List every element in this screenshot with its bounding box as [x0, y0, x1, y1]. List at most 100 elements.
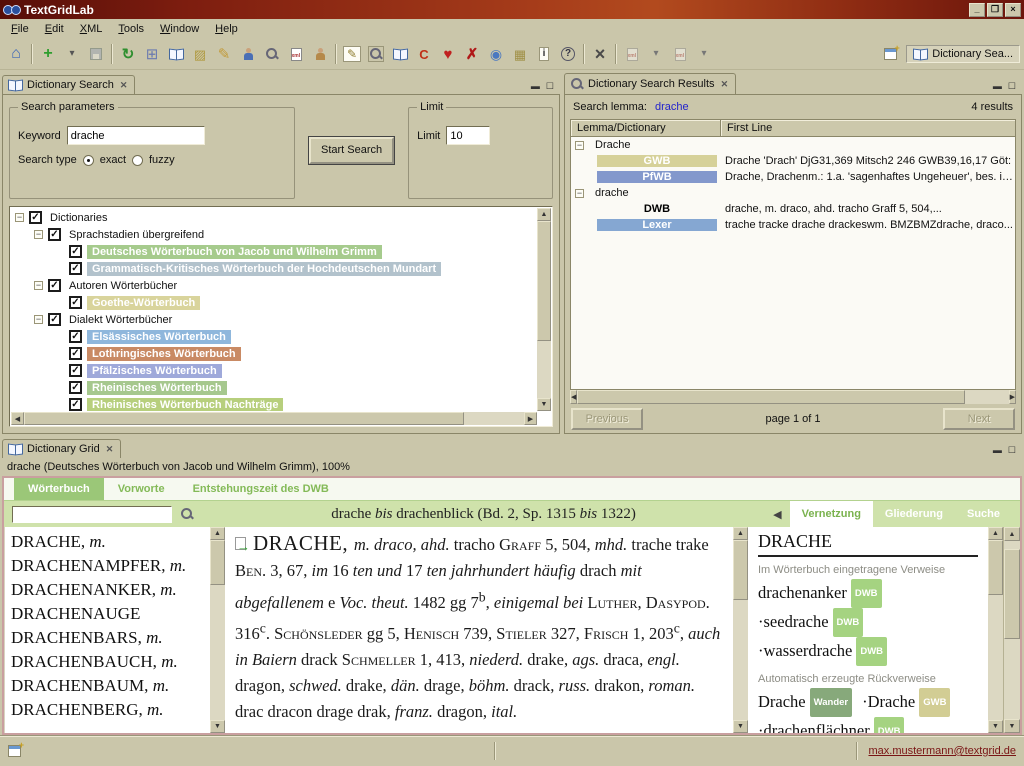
- editor-outer-scrollbar[interactable]: ▲ ▼: [1003, 527, 1020, 733]
- entry-scrollbar[interactable]: ▲ ▼: [733, 527, 748, 733]
- tab-vorworte[interactable]: Vorworte: [104, 478, 179, 500]
- favorites-icon[interactable]: ♥: [436, 42, 460, 66]
- grid-search-input[interactable]: [12, 506, 172, 523]
- search-browser-icon[interactable]: [364, 42, 388, 66]
- scroll-down-icon[interactable]: ▼: [733, 720, 748, 733]
- keyword-input[interactable]: [67, 126, 205, 145]
- search-icon[interactable]: [260, 42, 284, 66]
- run-tool-dropdown-icon[interactable]: ▾: [644, 42, 668, 66]
- previous-entry-icon[interactable]: ◀: [773, 508, 781, 521]
- scroll-right-icon[interactable]: ▶: [524, 412, 537, 425]
- minimize-view-icon[interactable]: ▬: [993, 82, 1002, 91]
- tree-horizontal-scrollbar[interactable]: ◀ ▶: [11, 412, 537, 425]
- navigator-compass-icon[interactable]: ◉: [484, 42, 508, 66]
- tree-item-rheinisches-wörterbuch[interactable]: ✓Rheinisches Wörterbuch: [11, 379, 536, 396]
- result-row[interactable]: DWBdrache, m. draco, ahd. tracho Graff 5…: [571, 201, 1015, 217]
- checkbox-checked-icon[interactable]: ✓: [69, 296, 82, 309]
- external-tools-dropdown-icon[interactable]: ▾: [692, 42, 716, 66]
- checkbox-checked-icon[interactable]: ✓: [69, 381, 82, 394]
- result-dictionary-gwb[interactable]: GWB: [597, 155, 717, 167]
- close-window-icon[interactable]: ×: [1005, 3, 1021, 17]
- dictionary-search-tool-icon[interactable]: [164, 42, 188, 66]
- external-tools-icon[interactable]: [668, 42, 692, 66]
- word-list-item[interactable]: DRACHENBAUM, m.: [11, 674, 204, 698]
- perspective-dictionary-search[interactable]: Dictionary Sea...: [906, 45, 1020, 63]
- logged-in-user-link[interactable]: max.mustermann@textgrid.de: [868, 745, 1016, 757]
- results-horizontal-scrollbar[interactable]: ◀ ▶: [570, 390, 1016, 404]
- column-header-lemma-dictionary[interactable]: Lemma/Dictionary: [571, 120, 721, 137]
- reference-link[interactable]: ·drachenflächnerDWB: [758, 721, 904, 733]
- scroll-down-icon[interactable]: ▼: [210, 720, 225, 733]
- tree-item-dialekt-wörterbücher[interactable]: −✓Dialekt Wörterbücher: [11, 311, 536, 328]
- result-row[interactable]: −drache: [571, 185, 1015, 201]
- collapse-icon[interactable]: −: [34, 315, 43, 324]
- scroll-up-icon[interactable]: ▲: [733, 527, 748, 540]
- menu-file[interactable]: File: [4, 21, 36, 37]
- collapse-icon[interactable]: −: [34, 230, 43, 239]
- scroll-down-icon[interactable]: ▼: [988, 720, 1003, 733]
- tab-dictionary-grid[interactable]: Dictionary Grid ✕: [2, 439, 121, 458]
- radio-fuzzy-label[interactable]: fuzzy: [149, 154, 175, 166]
- previous-page-button[interactable]: Previous: [571, 408, 643, 430]
- user-edit-icon[interactable]: [308, 42, 332, 66]
- scroll-up-icon[interactable]: ▲: [1004, 527, 1020, 541]
- minimize-view-icon[interactable]: ▬: [531, 82, 540, 91]
- project-admin-icon[interactable]: ✎: [340, 42, 364, 66]
- checkbox-checked-icon[interactable]: ✓: [48, 313, 61, 326]
- tab-dictionary-search[interactable]: Dictionary Search ✕: [2, 75, 135, 94]
- result-dictionary-lexer[interactable]: Lexer: [597, 219, 717, 231]
- tree-item-dictionaries[interactable]: −✓Dictionaries: [11, 209, 536, 226]
- help-icon[interactable]: ?: [556, 42, 580, 66]
- launcher-icon[interactable]: ⊞: [140, 42, 164, 66]
- tab-dictionary-search-results[interactable]: Dictionary Search Results ✕: [564, 73, 736, 94]
- close-icon[interactable]: ✕: [120, 80, 128, 91]
- checkbox-checked-icon[interactable]: ✓: [29, 211, 42, 224]
- reference-link[interactable]: ·seedracheDWB: [758, 608, 968, 637]
- close-icon[interactable]: ✕: [721, 79, 729, 90]
- radio-exact-label[interactable]: exact: [100, 154, 126, 166]
- result-row[interactable]: GWBDrache 'Drach' DjG31,369 Mitsch2 246 …: [571, 153, 1015, 169]
- scroll-down-icon[interactable]: ▼: [1004, 719, 1020, 733]
- collapse-icon[interactable]: −: [34, 281, 43, 290]
- menu-xml[interactable]: XML: [73, 21, 110, 37]
- result-row[interactable]: PfWBDrache, Drachenm.: 1.a. 'sagenhaftes…: [571, 169, 1015, 185]
- open-perspective-icon[interactable]: [878, 42, 902, 66]
- word-list-item[interactable]: DRACHENBAUCH, m.: [11, 650, 204, 674]
- info-icon[interactable]: i: [532, 42, 556, 66]
- checkbox-checked-icon[interactable]: ✓: [48, 279, 61, 292]
- word-list-item[interactable]: DRACHENBERG, m.: [11, 698, 204, 722]
- home-icon[interactable]: ⌂: [4, 42, 28, 66]
- new-object-icon[interactable]: +: [36, 42, 60, 66]
- menu-tools[interactable]: Tools: [111, 21, 151, 37]
- word-list-item[interactable]: DRACHENBARS, m.: [11, 626, 204, 650]
- tab-suche[interactable]: Suche: [955, 501, 1012, 527]
- scroll-right-icon[interactable]: ▶: [1009, 390, 1016, 404]
- xml-editor-icon[interactable]: [284, 42, 308, 66]
- result-dictionary-dwb[interactable]: DWB: [597, 203, 717, 215]
- image-link-editor-icon[interactable]: ▨: [188, 42, 212, 66]
- scroll-left-icon[interactable]: ◀: [570, 390, 577, 404]
- word-list-item[interactable]: DRACHENAMPFER, m.: [11, 554, 204, 578]
- start-search-button[interactable]: Start Search: [309, 137, 394, 164]
- run-tool-icon[interactable]: [620, 42, 644, 66]
- tab-vernetzung[interactable]: Vernetzung: [790, 501, 873, 527]
- tree-item-autoren-wörterbücher[interactable]: −✓Autoren Wörterbücher: [11, 277, 536, 294]
- dictionary-browser-icon[interactable]: [388, 42, 412, 66]
- tab-gliederung[interactable]: Gliederung: [873, 501, 955, 527]
- scroll-left-icon[interactable]: ◀: [11, 412, 24, 425]
- metadata-editor-icon[interactable]: ▦: [508, 42, 532, 66]
- next-page-button[interactable]: Next: [943, 408, 1015, 430]
- tab-entstehungszeit-des-dwb[interactable]: Entstehungszeit des DWB: [179, 478, 343, 500]
- reference-link[interactable]: ·wasserdracheDWB: [758, 637, 968, 666]
- reference-link[interactable]: drachenankerDWB: [758, 579, 968, 608]
- menu-help[interactable]: Help: [208, 21, 245, 37]
- column-header-first-line[interactable]: First Line: [721, 120, 1015, 137]
- entry-link-icon[interactable]: [235, 537, 248, 550]
- save-icon[interactable]: [84, 42, 108, 66]
- tree-item-grammatisch-kritisches-wörterbuch-der-hochdeutschen-mundart[interactable]: ✓Grammatisch-Kritisches Wörterbuch der H…: [11, 260, 536, 277]
- reference-link[interactable]: ·DracheGWB: [862, 692, 950, 711]
- scroll-up-icon[interactable]: ▲: [988, 527, 1003, 540]
- fast-view-icon[interactable]: [8, 745, 21, 757]
- refresh-icon[interactable]: ↻: [116, 42, 140, 66]
- radio-fuzzy[interactable]: [132, 155, 143, 166]
